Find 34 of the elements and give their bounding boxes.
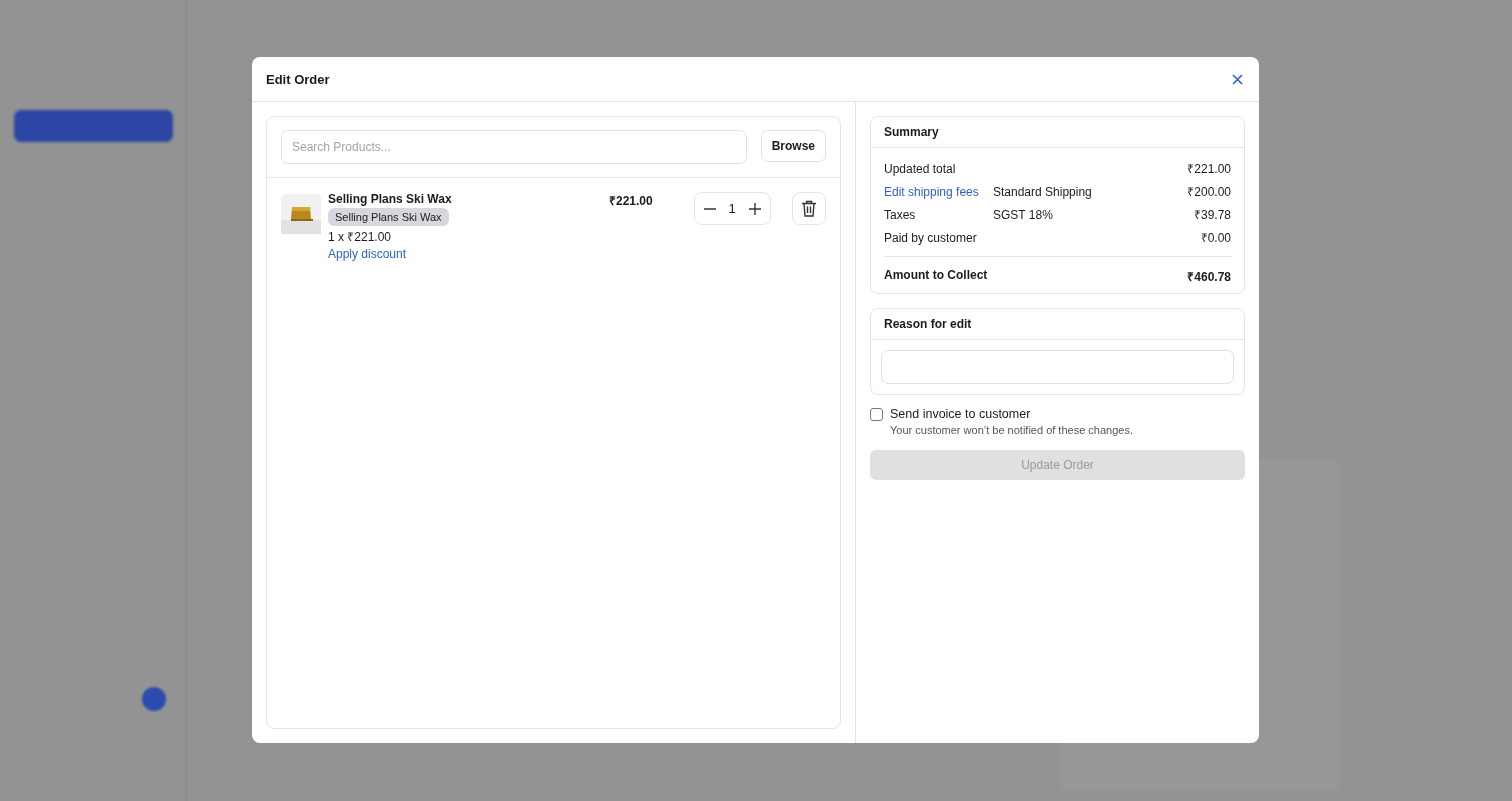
close-button[interactable] (1230, 71, 1245, 87)
summary-label: Paid by customer (884, 230, 978, 245)
close-icon (1232, 73, 1243, 85)
dialog-title: Edit Order (266, 71, 330, 87)
product-name: Selling Plans Ski Wax (328, 192, 452, 206)
browse-button[interactable]: Browse (760, 130, 826, 162)
edit-shipping-link[interactable]: Edit shipping fees (884, 184, 993, 199)
apply-discount-link[interactable]: Apply discount (328, 247, 407, 261)
checkbox-label: Send invoice to customer (890, 407, 1032, 421)
unit-price: 1 x ₹221.00 (328, 229, 392, 245)
trash-icon (800, 200, 817, 217)
line-total: ₹221.00 (609, 193, 654, 209)
blurred-avatar (142, 687, 166, 711)
delete-button[interactable] (791, 192, 826, 225)
quantity-stepper[interactable]: 1 (693, 192, 771, 225)
variant-tag: Selling Plans Ski Wax (328, 208, 449, 226)
summary-detail: SGST 18% (993, 207, 1054, 222)
card-title: Reason for edit (871, 309, 1244, 340)
quantity-value: 1 (728, 201, 736, 216)
summary-amount: ₹221.00 (1187, 161, 1231, 177)
card-title: Summary (871, 117, 1244, 148)
search-field[interactable]: Search Products... (281, 130, 747, 164)
helper-text: Your customer won’t be notified of these changes. (890, 424, 1133, 436)
summary-amount: ₹39.78 (1193, 207, 1231, 223)
summary-amount: ₹0.00 (1200, 230, 1231, 246)
summary-detail: Standard Shipping (993, 184, 1093, 199)
checkbox[interactable] (870, 408, 883, 421)
summary-label: Updated total (884, 161, 957, 176)
summary-label: Taxes (884, 207, 917, 222)
plus-icon[interactable] (747, 201, 762, 216)
total-amount: ₹460.78 (1187, 269, 1231, 285)
summary-amount: ₹200.00 (1187, 184, 1231, 200)
total-label: Amount to Collect (884, 268, 988, 284)
reason-field[interactable] (881, 350, 1234, 384)
